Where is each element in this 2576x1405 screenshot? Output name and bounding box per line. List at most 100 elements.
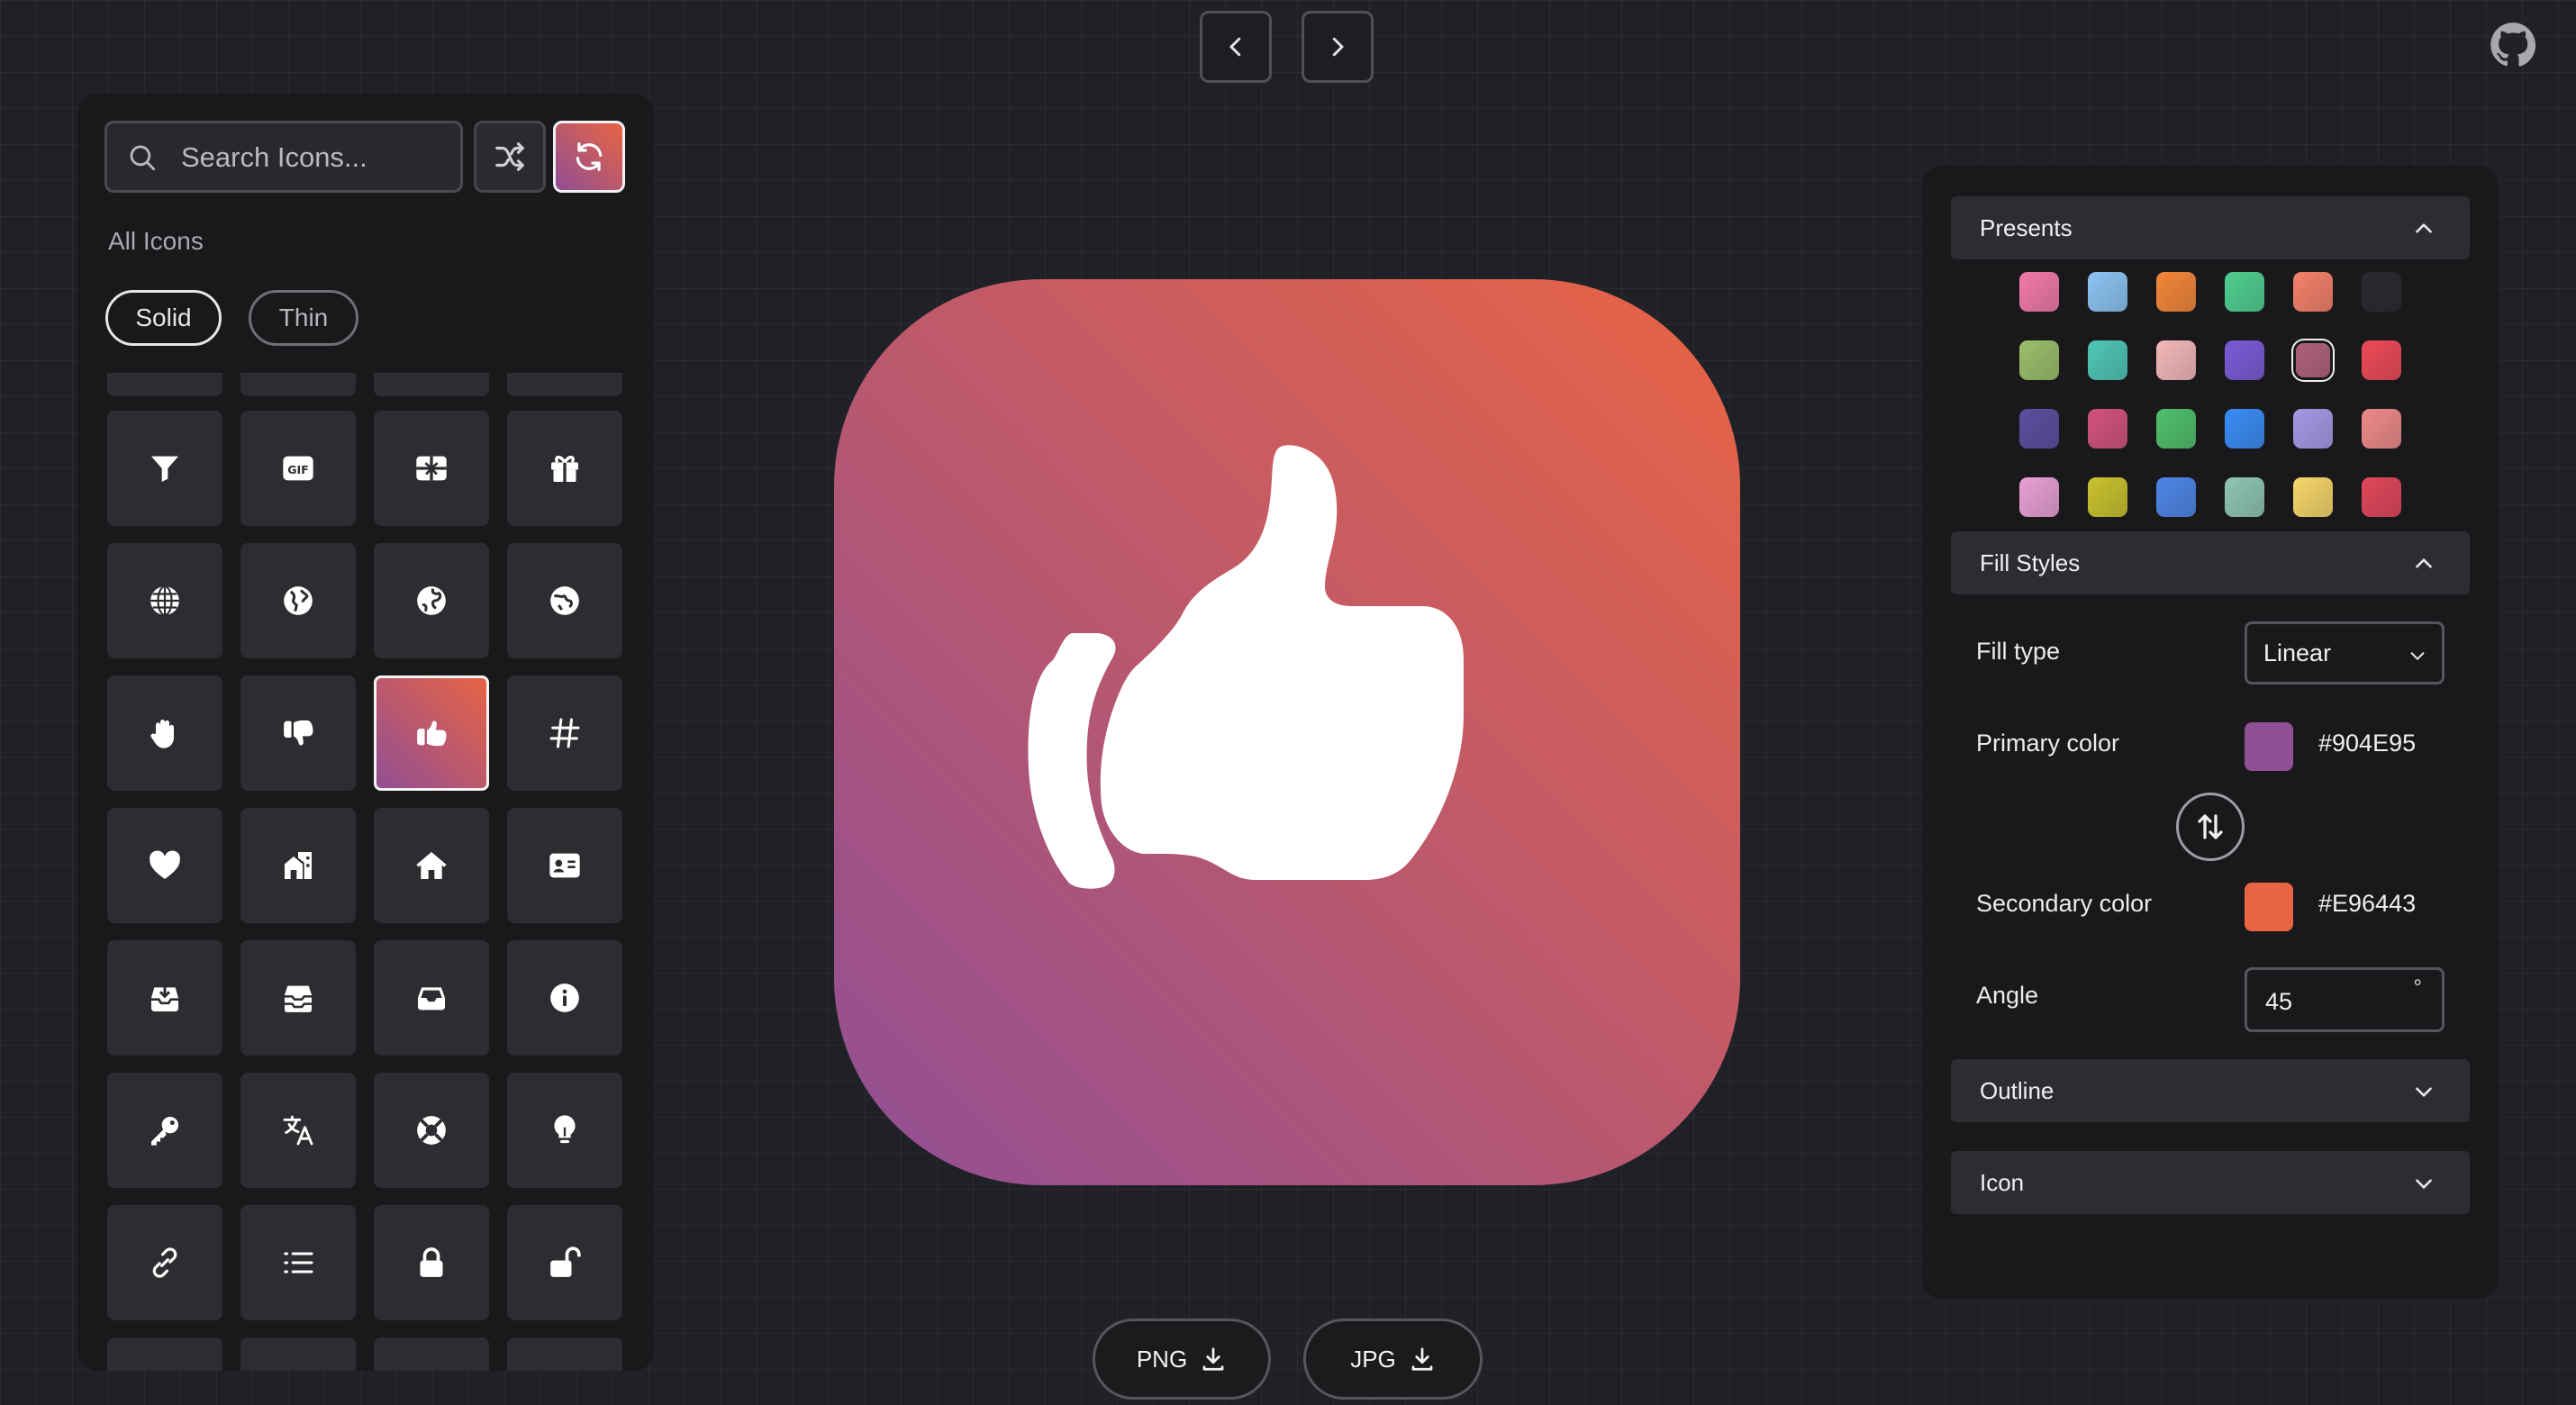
- primary-color-hex[interactable]: #904E95: [2318, 730, 2416, 757]
- preset-swatch[interactable]: [2156, 272, 2196, 312]
- icon-cell-house[interactable]: [374, 808, 489, 923]
- preset-swatch[interactable]: [2293, 272, 2333, 312]
- icon-cell-globe-americas[interactable]: [240, 543, 356, 658]
- icon-cell-inbox[interactable]: [374, 940, 489, 1056]
- fill-styles-accordion-header[interactable]: Fill Styles: [1951, 531, 2470, 594]
- preset-swatch[interactable]: [2362, 409, 2401, 449]
- github-link[interactable]: [2490, 22, 2536, 68]
- icon-cell-list[interactable]: [240, 1205, 356, 1320]
- swap-colors-button[interactable]: [2176, 793, 2245, 861]
- icon-cell[interactable]: [107, 373, 222, 396]
- icon-accordion-header[interactable]: Icon: [1951, 1151, 2470, 1214]
- icon-cell-inbox-download[interactable]: [107, 940, 222, 1056]
- preset-swatch[interactable]: [2293, 409, 2333, 449]
- icon-cell-gift[interactable]: [507, 411, 622, 526]
- icon-cell-lifebuoy[interactable]: [374, 1073, 489, 1188]
- preset-swatch[interactable]: [2088, 272, 2127, 312]
- icon-cell[interactable]: [107, 1337, 222, 1371]
- previous-button[interactable]: [1200, 11, 1272, 83]
- preset-swatch[interactable]: [2156, 409, 2196, 449]
- preset-swatch[interactable]: [2362, 340, 2401, 380]
- preset-swatch[interactable]: [2019, 340, 2059, 380]
- icon-cell-thumbs-up[interactable]: [374, 675, 489, 791]
- preset-swatch[interactable]: [2225, 409, 2264, 449]
- reset-button[interactable]: [553, 121, 625, 193]
- preset-swatch-color: [2019, 272, 2059, 312]
- preset-swatch[interactable]: [2088, 477, 2127, 517]
- icon-cell-hand[interactable]: [107, 675, 222, 791]
- icon-cell-link[interactable]: [107, 1205, 222, 1320]
- secondary-color-hex[interactable]: #E96443: [2318, 890, 2416, 918]
- preset-swatch[interactable]: [2293, 477, 2333, 517]
- preset-swatch[interactable]: [2225, 272, 2264, 312]
- next-button[interactable]: [1302, 11, 1374, 83]
- preset-swatch[interactable]: [2362, 477, 2401, 517]
- search-input[interactable]: [179, 136, 453, 179]
- download-jpg-button[interactable]: JPG: [1303, 1319, 1483, 1400]
- primary-color-swatch[interactable]: [2245, 722, 2293, 771]
- secondary-color-swatch[interactable]: [2245, 883, 2293, 931]
- icon-cell[interactable]: [240, 373, 356, 396]
- hand-icon: [150, 720, 174, 748]
- icon-cell[interactable]: [374, 373, 489, 396]
- preset-swatch[interactable]: [2088, 409, 2127, 449]
- preset-swatch-color: [2088, 409, 2127, 449]
- icon-cell-hashtag[interactable]: [507, 675, 622, 791]
- download-png-button[interactable]: PNG: [1093, 1319, 1271, 1400]
- house-building-icon: [285, 852, 312, 879]
- preset-swatch-color: [2225, 272, 2264, 312]
- icon-cell-gift-card[interactable]: [374, 411, 489, 526]
- icon-cell-filter[interactable]: [107, 411, 222, 526]
- preset-swatch[interactable]: [2019, 477, 2059, 517]
- preset-swatch[interactable]: [2156, 340, 2196, 380]
- preset-swatch[interactable]: [2088, 340, 2127, 380]
- icon-cell-key[interactable]: [107, 1073, 222, 1188]
- heart-icon: [150, 850, 180, 879]
- icon-cell-thumbs-down[interactable]: [240, 675, 356, 791]
- outline-title: Outline: [1980, 1076, 2054, 1104]
- preset-swatch-color: [2362, 477, 2401, 517]
- preset-swatch-color: [2019, 340, 2059, 380]
- preset-swatch[interactable]: [2225, 340, 2264, 380]
- icon-cell-lightbulb[interactable]: [507, 1073, 622, 1188]
- preset-swatch[interactable]: [2019, 272, 2059, 312]
- icon-cell[interactable]: [240, 1337, 356, 1371]
- shuffle-button[interactable]: [474, 121, 546, 193]
- icon-cell-heart[interactable]: [107, 808, 222, 923]
- icon-cell-globe-europe[interactable]: [374, 543, 489, 658]
- icon-cell[interactable]: [374, 1337, 489, 1371]
- preset-swatch[interactable]: [2156, 477, 2196, 517]
- preset-swatch-color: [2225, 409, 2264, 449]
- icon-cell-translate[interactable]: [240, 1073, 356, 1188]
- icon-cell-globe-asia[interactable]: [507, 543, 622, 658]
- id-card-icon: [549, 853, 580, 878]
- preset-swatch[interactable]: [2225, 477, 2264, 517]
- presets-accordion-header[interactable]: Presents: [1951, 196, 2470, 259]
- icon-cell[interactable]: [507, 1337, 622, 1371]
- icon-cell-gif[interactable]: GIF: [240, 411, 356, 526]
- icon-cell-globe-grid[interactable]: [107, 543, 222, 658]
- fill-type-select[interactable]: Linear: [2245, 621, 2444, 684]
- preset-swatch[interactable]: [2293, 340, 2333, 380]
- filter-icon: [151, 456, 178, 482]
- style-pill-solid[interactable]: Solid: [105, 290, 222, 346]
- icon-cell-id-card[interactable]: [507, 808, 622, 923]
- key-icon: [151, 1117, 178, 1146]
- inbox-download-icon: [151, 985, 178, 1011]
- inbox-icon: [418, 987, 445, 1011]
- style-pill-thin[interactable]: Thin: [249, 290, 358, 346]
- icon-cell-info[interactable]: [507, 940, 622, 1056]
- icon-cell-house-building[interactable]: [240, 808, 356, 923]
- preset-swatch[interactable]: [2019, 409, 2059, 449]
- preset-swatch-color: [2293, 409, 2333, 449]
- icon-cell-inbox-stack[interactable]: [240, 940, 356, 1056]
- preset-swatch[interactable]: [2362, 272, 2401, 312]
- icon-cell-lock[interactable]: [374, 1205, 489, 1320]
- svg-text:GIF: GIF: [287, 463, 308, 476]
- chevron-right-icon: [1332, 37, 1344, 57]
- icon-cell-unlock[interactable]: [507, 1205, 622, 1320]
- preset-swatch-color: [2362, 340, 2401, 380]
- angle-input[interactable]: [2263, 984, 2393, 1019]
- outline-accordion-header[interactable]: Outline: [1951, 1059, 2470, 1122]
- icon-cell[interactable]: [507, 373, 622, 396]
